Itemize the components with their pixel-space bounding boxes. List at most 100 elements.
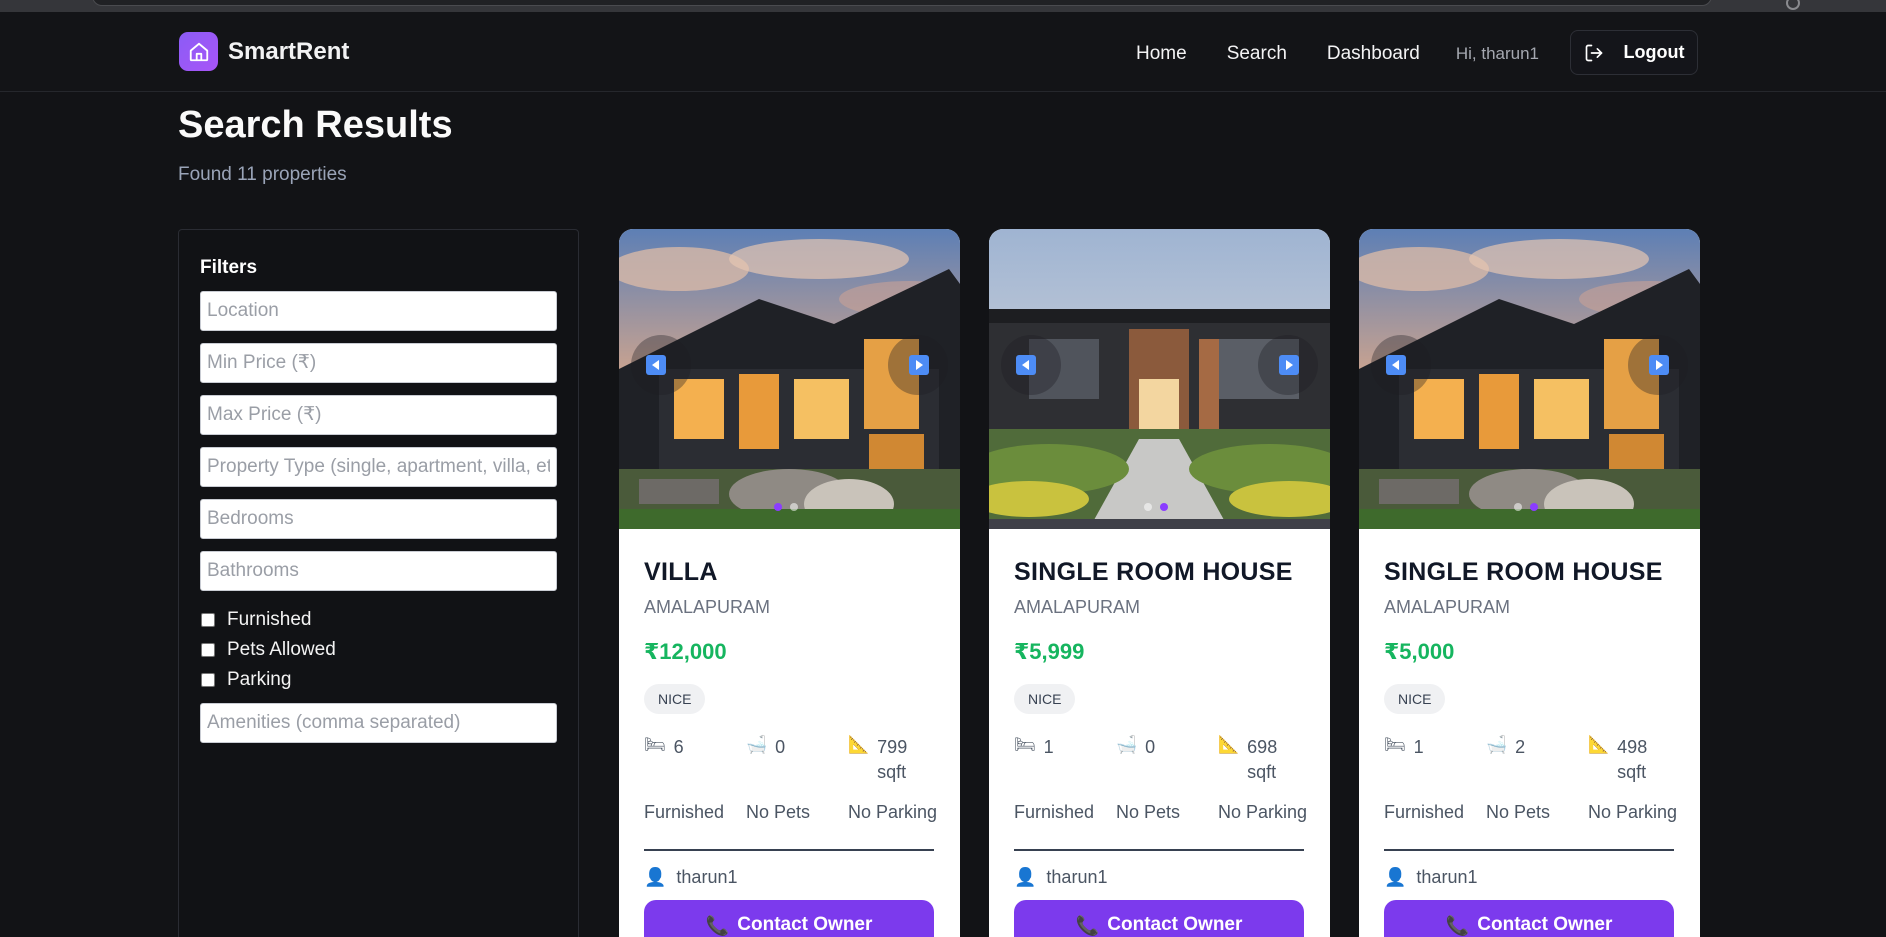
bedrooms-value: 1 (1413, 737, 1424, 757)
property-image-carousel[interactable] (619, 229, 960, 529)
property-title: SINGLE ROOM HOUSE (1384, 558, 1663, 586)
bathrooms-input[interactable] (200, 551, 557, 591)
property-tag: NICE (1384, 684, 1446, 714)
user-icon: 👤 (1014, 867, 1037, 887)
card-divider (644, 849, 934, 851)
carousel-next-button[interactable] (1279, 355, 1299, 375)
property-location: AMALAPURAM (644, 597, 771, 617)
bed-icon: 🛏 (1384, 735, 1406, 754)
house-icon (179, 32, 218, 71)
property-title: VILLA (644, 558, 718, 586)
min-price-input[interactable] (200, 343, 557, 383)
arrow-right-icon (1656, 360, 1663, 370)
max-price-input[interactable] (200, 395, 557, 435)
pets-checkbox-row[interactable]: Pets Allowed (201, 639, 336, 661)
parking-label: Parking (227, 669, 292, 690)
carousel-dot[interactable] (1160, 503, 1168, 511)
bathrooms-spec: 🛁 0 (1116, 735, 1155, 760)
arrow-right-icon (916, 360, 923, 370)
area-unit: sqft (1617, 762, 1647, 782)
user-icon: 👤 (1384, 867, 1407, 887)
owner-name: tharun1 (1046, 867, 1108, 887)
browser-profile-icon[interactable] (1786, 0, 1800, 10)
area-value: 799 (877, 737, 908, 757)
carousel-next-button[interactable] (909, 355, 929, 375)
logout-icon (1585, 44, 1602, 61)
bathrooms-value: 0 (1145, 737, 1156, 757)
contact-owner-button[interactable]: 📞 Contact Owner (1014, 900, 1304, 937)
carousel-dot[interactable] (774, 503, 782, 511)
user-greeting: Hi, tharun1 (1455, 44, 1540, 63)
parking-checkbox[interactable] (201, 673, 215, 687)
pets-status: No Pets (746, 802, 811, 822)
browser-toolbar (0, 0, 1886, 12)
carousel-dots (1144, 503, 1176, 511)
phone-icon: 📞 (1075, 916, 1100, 937)
page-title: Search Results (178, 104, 453, 146)
carousel-prev-button[interactable] (1386, 355, 1406, 375)
bathrooms-spec: 🛁 0 (746, 735, 785, 760)
carousel-dot[interactable] (790, 503, 798, 511)
property-image-carousel[interactable] (1359, 229, 1700, 529)
furnished-checkbox[interactable] (201, 613, 215, 627)
brand[interactable]: SmartRent (179, 32, 349, 71)
nav-dashboard-link[interactable]: Dashboard (1327, 43, 1420, 65)
property-price: ₹12,000 (644, 639, 727, 664)
furnished-label: Furnished (227, 609, 312, 630)
nav-links: Home Search Dashboard Hi, tharun1 (1136, 43, 1539, 65)
bed-icon: 🛏 (1014, 735, 1036, 754)
carousel-dots (1514, 503, 1546, 511)
property-price: ₹5,000 (1384, 639, 1455, 664)
pets-allowed-label: Pets Allowed (227, 639, 336, 660)
carousel-prev-button[interactable] (1016, 355, 1036, 375)
nav-search-link[interactable]: Search (1227, 43, 1287, 65)
property-tag: NICE (1014, 684, 1076, 714)
carousel-prev-button[interactable] (646, 355, 666, 375)
parking-checkbox-row[interactable]: Parking (201, 669, 291, 691)
nav-home-link[interactable]: Home (1136, 43, 1187, 65)
owner-name: tharun1 (676, 867, 738, 887)
logout-button[interactable]: Logout (1570, 30, 1698, 75)
area-value: 498 (1617, 737, 1648, 757)
contact-owner-button[interactable]: 📞 Contact Owner (1384, 900, 1674, 937)
area-spec: 📐 799 sqft (848, 735, 907, 785)
pets-allowed-checkbox[interactable] (201, 643, 215, 657)
property-card[interactable]: VILLA AMALAPURAM ₹12,000 NICE 🛏 6 🛁 0 📐 … (619, 229, 960, 937)
bath-icon: 🛁 (1116, 735, 1138, 754)
parking-status: No Parking (1218, 802, 1308, 822)
owner-name: tharun1 (1416, 867, 1478, 887)
property-price: ₹5,999 (1014, 639, 1085, 664)
location-input[interactable] (200, 291, 557, 331)
pets-status: No Pets (1486, 802, 1551, 822)
property-card[interactable]: SINGLE ROOM HOUSE AMALAPURAM ₹5,999 NICE… (989, 229, 1330, 937)
carousel-dot[interactable] (1514, 503, 1522, 511)
area-spec: 📐 698 sqft (1218, 735, 1277, 785)
property-type-input[interactable] (200, 447, 557, 487)
arrow-left-icon (652, 360, 659, 370)
carousel-dot[interactable] (1144, 503, 1152, 511)
furnished-checkbox-row[interactable]: Furnished (201, 609, 312, 631)
carousel-next-button[interactable] (1649, 355, 1669, 375)
ruler-icon: 📐 (1588, 735, 1610, 754)
contact-owner-label: Contact Owner (737, 914, 873, 935)
amenities-input[interactable] (200, 703, 557, 743)
address-bar[interactable] (92, 0, 1712, 6)
area-spec: 📐 498 sqft (1588, 735, 1647, 785)
property-card[interactable]: SINGLE ROOM HOUSE AMALAPURAM ₹5,000 NICE… (1359, 229, 1700, 937)
brand-name: SmartRent (228, 37, 350, 65)
arrow-left-icon (1022, 360, 1029, 370)
owner-info: 👤 tharun1 (1014, 867, 1107, 888)
user-icon: 👤 (644, 867, 667, 887)
property-image-carousel[interactable] (989, 229, 1330, 529)
contact-owner-button[interactable]: 📞 Contact Owner (644, 900, 934, 937)
logout-label: Logout (1623, 42, 1685, 62)
furnished-status: Furnished (1014, 802, 1095, 822)
carousel-dot[interactable] (1530, 503, 1538, 511)
bathrooms-spec: 🛁 2 (1486, 735, 1525, 760)
area-unit: sqft (877, 762, 907, 782)
bedrooms-input[interactable] (200, 499, 557, 539)
filters-title: Filters (200, 257, 258, 278)
bedrooms-spec: 🛏 1 (1014, 735, 1054, 760)
phone-icon: 📞 (705, 916, 730, 937)
property-location: AMALAPURAM (1014, 597, 1141, 617)
